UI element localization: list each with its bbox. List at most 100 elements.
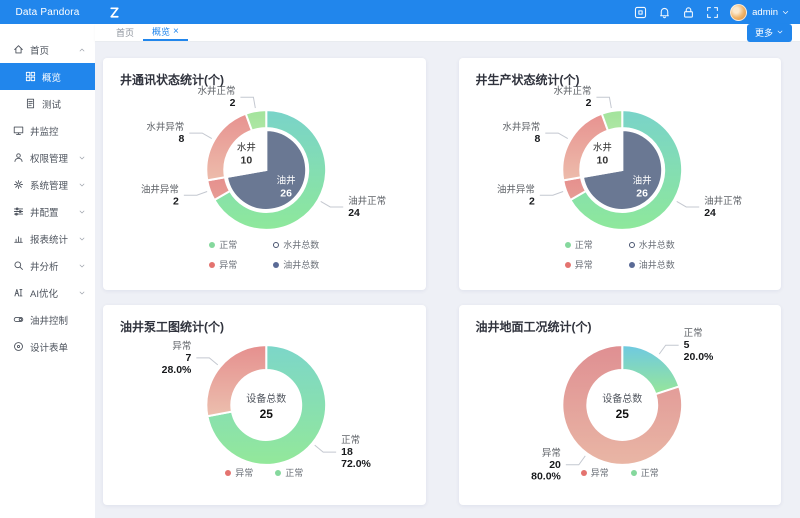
- legend-item-水井总数[interactable]: 水井总数: [273, 238, 319, 251]
- svg-text:5: 5: [683, 340, 689, 351]
- sidebar-item-label: 井监控: [30, 124, 59, 138]
- donut-chart: 油井正常24油井异常2水井异常8水井正常2油井26水井10正常水井总数异常油井总…: [459, 58, 782, 290]
- control-icon: [13, 314, 24, 325]
- square-icon[interactable]: [634, 6, 647, 19]
- chart-card-well-production-status: 井生产状态统计(个) 油井正常24油井异常2水井异常8水井正常2油井26水井10…: [459, 58, 782, 290]
- chevron-down-icon: [78, 181, 86, 189]
- sidebar-item-油井控制[interactable]: 油井控制: [0, 306, 95, 333]
- svg-text:水井异常: 水井异常: [146, 121, 184, 133]
- chevron-down-icon: [78, 208, 86, 216]
- chart-legend: 异常 正常: [225, 466, 303, 479]
- legend-marker: [581, 470, 587, 476]
- chart-legend: 正常 水井总数异常 油井总数: [209, 238, 319, 271]
- legend-label: 异常: [219, 258, 237, 271]
- svg-text:20: 20: [549, 460, 561, 471]
- legend-item-异常[interactable]: 异常: [225, 466, 253, 479]
- sidebar-item-井监控[interactable]: 井监控: [0, 117, 95, 144]
- sidebar-item-测试[interactable]: 测试: [0, 90, 95, 117]
- svg-text:2: 2: [173, 196, 179, 207]
- svg-text:2: 2: [529, 196, 535, 207]
- avatar[interactable]: [730, 4, 747, 21]
- close-icon[interactable]: ×: [173, 27, 179, 37]
- tab-label: 概览: [152, 25, 170, 38]
- form-icon: [13, 341, 24, 352]
- legend-item-正常[interactable]: 正常: [631, 466, 659, 479]
- chart-card-surface-condition: 油井地面工况统计(个) 正常520.0%异常2080.0%设备总数25异常正常: [459, 305, 782, 505]
- legend-item-异常[interactable]: 异常: [581, 466, 609, 479]
- sidebar-item-label: 权限管理: [30, 151, 68, 165]
- legend-item-油井总数[interactable]: 油井总数: [629, 258, 675, 271]
- card-title: 油井泵工图统计(个): [103, 305, 426, 335]
- legend-marker: [629, 262, 635, 268]
- legend-label: 油井总数: [283, 258, 319, 271]
- gear-icon: [13, 179, 24, 190]
- analysis-icon: [13, 260, 24, 271]
- brand-title: Data Pandora: [0, 7, 95, 18]
- chevron-down-icon: [78, 289, 86, 297]
- svg-text:7: 7: [186, 353, 192, 364]
- sidebar: 首页概览测试井监控权限管理系统管理井配置报表统计井分析 AI优化油井控制设计表单: [0, 24, 95, 518]
- sidebar-item-权限管理[interactable]: 权限管理: [0, 144, 95, 171]
- chart-legend: 正常 水井总数异常 油井总数: [565, 238, 675, 271]
- sidebar-item-井分析[interactable]: 井分析: [0, 252, 95, 279]
- svg-text:18: 18: [341, 447, 353, 458]
- more-button[interactable]: 更多: [747, 24, 792, 42]
- svg-text:10: 10: [596, 155, 608, 166]
- chevron-up-icon: [78, 46, 86, 54]
- svg-text:24: 24: [704, 208, 716, 219]
- chevron-down-icon: [78, 262, 86, 270]
- sidebar-item-label: 井配置: [30, 205, 59, 219]
- username[interactable]: admin: [752, 7, 778, 18]
- sidebar-item-AI优化[interactable]: AI优化: [0, 279, 95, 306]
- legend-label: 正常: [641, 466, 659, 479]
- legend-label: 异常: [235, 466, 253, 479]
- svg-text:油井异常: 油井异常: [141, 183, 179, 195]
- legend-label: 正常: [285, 466, 303, 479]
- legend-label: 正常: [219, 238, 237, 251]
- card-title: 井通讯状态统计(个): [103, 58, 426, 88]
- sidebar-item-label: 井分析: [30, 259, 59, 273]
- svg-text:26: 26: [280, 189, 292, 200]
- config-icon: [13, 206, 24, 217]
- sidebar-item-系统管理[interactable]: 系统管理: [0, 171, 95, 198]
- legend-item-正常[interactable]: 正常: [209, 238, 237, 251]
- legend-item-正常[interactable]: 正常: [275, 466, 303, 479]
- bell-icon[interactable]: [658, 6, 671, 19]
- legend-marker: [565, 262, 571, 268]
- chevron-down-icon[interactable]: [781, 8, 790, 17]
- legend-item-油井总数[interactable]: 油井总数: [273, 258, 319, 271]
- svg-text:2: 2: [585, 98, 591, 109]
- sidebar-item-概览[interactable]: 概览: [0, 63, 95, 90]
- legend-marker: [629, 242, 635, 248]
- logo-icon[interactable]: [107, 5, 122, 20]
- legend-label: 异常: [575, 258, 593, 271]
- pie-slice-异常[interactable]: [206, 345, 266, 416]
- fullscreen-icon[interactable]: [706, 6, 719, 19]
- legend-item-异常[interactable]: 异常: [565, 258, 593, 271]
- svg-text:10: 10: [241, 155, 253, 166]
- tab-首页[interactable]: 首页: [107, 24, 143, 41]
- sidebar-item-设计表单[interactable]: 设计表单: [0, 333, 95, 360]
- legend-marker: [273, 242, 279, 248]
- sidebar-item-label: 系统管理: [30, 178, 68, 192]
- legend-item-正常[interactable]: 正常: [565, 238, 593, 251]
- chevron-down-icon: [78, 235, 86, 243]
- svg-text:异常: 异常: [172, 340, 191, 352]
- svg-text:2: 2: [230, 98, 236, 109]
- svg-text:25: 25: [615, 407, 629, 421]
- svg-text:80.0%: 80.0%: [531, 472, 561, 483]
- legend-item-水井总数[interactable]: 水井总数: [629, 238, 675, 251]
- tab-概览[interactable]: 概览×: [143, 24, 188, 41]
- sidebar-item-报表统计[interactable]: 报表统计: [0, 225, 95, 252]
- svg-text:正常: 正常: [341, 434, 360, 446]
- lock-icon[interactable]: [682, 6, 695, 19]
- svg-text:26: 26: [636, 189, 648, 200]
- pie-slice-正常[interactable]: [622, 345, 679, 394]
- legend-item-异常[interactable]: 异常: [209, 258, 237, 271]
- legend-marker: [565, 242, 571, 248]
- sidebar-item-井配置[interactable]: 井配置: [0, 198, 95, 225]
- ai-icon: [13, 287, 24, 298]
- svg-text:设备总数: 设备总数: [246, 392, 286, 405]
- sidebar-item-首页[interactable]: 首页: [0, 36, 95, 63]
- more-button-label: 更多: [755, 26, 773, 39]
